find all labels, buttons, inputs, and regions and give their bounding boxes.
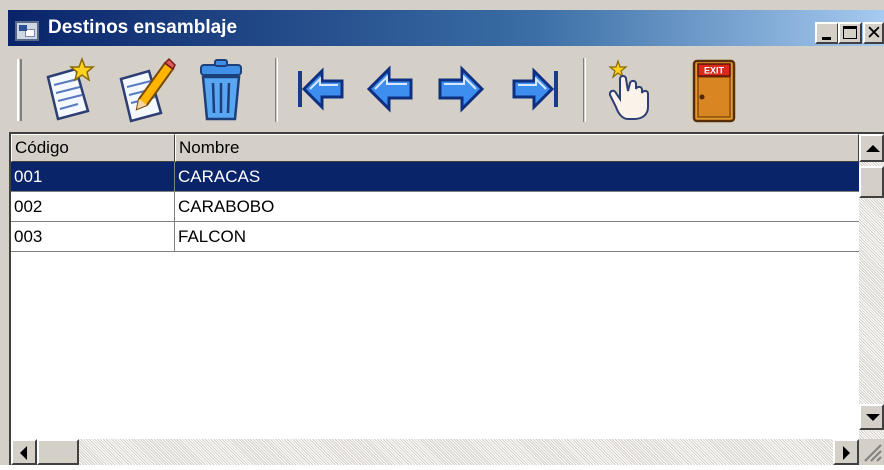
- exit-door-icon: EXIT: [692, 59, 736, 123]
- exit-sign-label: EXIT: [704, 66, 725, 76]
- vertical-scrollbar[interactable]: [859, 134, 884, 439]
- toolbar: EXIT: [8, 50, 884, 130]
- arrow-up-icon: [866, 145, 880, 152]
- select-button[interactable]: [598, 55, 666, 123]
- scroll-left-button[interactable]: [11, 439, 37, 465]
- toolbar-separator: [275, 58, 278, 122]
- previous-arrow-icon: [366, 65, 413, 113]
- toolbar-grip[interactable]: [17, 59, 22, 121]
- scroll-right-button[interactable]: [833, 439, 859, 465]
- minimize-button[interactable]: [815, 22, 839, 44]
- window-title: Destinos ensamblaje: [48, 17, 238, 38]
- horizontal-scroll-thumb[interactable]: [37, 439, 79, 465]
- table-row[interactable]: 001 CARACAS: [11, 162, 859, 192]
- exit-button[interactable]: EXIT: [680, 55, 748, 123]
- vertical-scroll-thumb[interactable]: [859, 166, 884, 198]
- first-arrow-icon: [298, 67, 344, 111]
- close-icon: ✕: [866, 22, 882, 44]
- scroll-down-button[interactable]: [859, 404, 884, 430]
- first-button[interactable]: [288, 55, 356, 123]
- app-window: Destinos ensamblaje ✕ EXIT Código Nombre…: [0, 0, 884, 465]
- resize-grip-icon: [864, 444, 882, 462]
- records-grid: Código Nombre 001 CARACAS 002 CARABOBO 0…: [9, 132, 884, 465]
- next-button[interactable]: [426, 55, 494, 123]
- last-arrow-icon: [512, 67, 558, 111]
- cell-codigo[interactable]: 001: [11, 162, 175, 192]
- cell-codigo[interactable]: 002: [11, 192, 175, 222]
- arrow-right-icon: [843, 446, 850, 460]
- toolbar-separator: [583, 58, 586, 122]
- table-row[interactable]: 002 CARABOBO: [11, 192, 859, 222]
- pointing-hand-icon: [608, 59, 649, 120]
- trash-can-icon: [200, 59, 242, 121]
- title-bar[interactable]: Destinos ensamblaje ✕: [8, 10, 884, 46]
- close-button[interactable]: ✕: [863, 22, 884, 44]
- delete-button[interactable]: [187, 55, 255, 123]
- previous-button[interactable]: [357, 55, 425, 123]
- edit-document-pencil-icon: [119, 57, 176, 123]
- cell-codigo[interactable]: 003: [11, 222, 175, 252]
- edit-button[interactable]: [111, 55, 179, 123]
- last-button[interactable]: [500, 55, 568, 123]
- new-document-star-icon: [46, 56, 96, 121]
- new-button[interactable]: [36, 55, 104, 123]
- horizontal-scrollbar[interactable]: [11, 439, 859, 465]
- scroll-up-button[interactable]: [859, 134, 884, 162]
- arrow-down-icon: [866, 414, 880, 421]
- maximize-button[interactable]: [838, 22, 862, 44]
- column-header-nombre[interactable]: Nombre: [175, 134, 859, 162]
- cell-nombre[interactable]: CARABOBO: [175, 192, 859, 222]
- size-grip[interactable]: [859, 439, 884, 465]
- table-row[interactable]: 003 FALCON: [11, 222, 859, 252]
- app-window-icon[interactable]: [15, 21, 39, 41]
- cell-nombre[interactable]: CARACAS: [175, 162, 859, 192]
- cell-nombre[interactable]: FALCON: [175, 222, 859, 252]
- arrow-left-icon: [20, 446, 27, 460]
- column-header-codigo[interactable]: Código: [11, 134, 175, 162]
- next-arrow-icon: [438, 65, 485, 113]
